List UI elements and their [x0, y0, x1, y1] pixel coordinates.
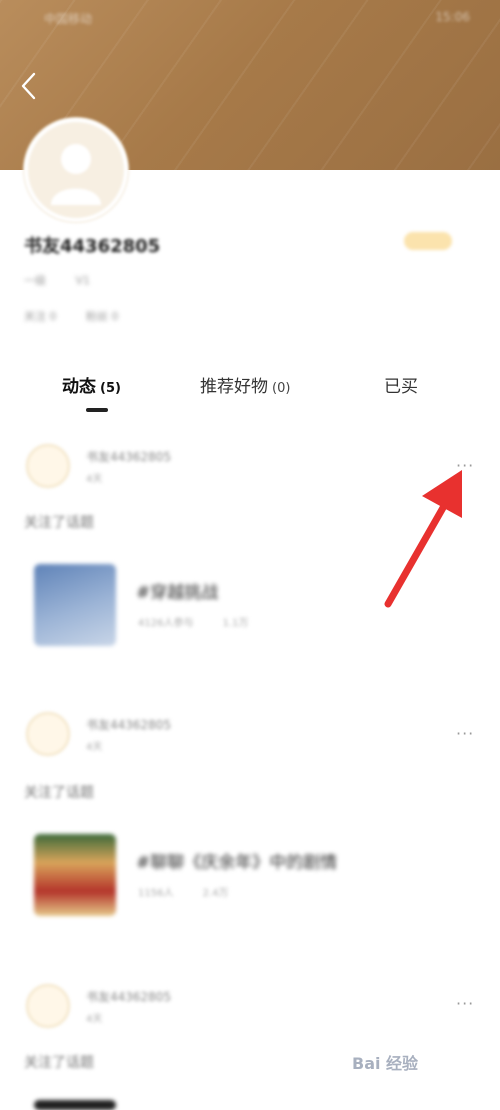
- status-bar: 中国移动 15:06: [0, 0, 500, 36]
- back-button[interactable]: [14, 68, 44, 104]
- topic-title[interactable]: #聊聊《庆余年》中的剧情: [136, 848, 337, 873]
- level-text: 一级: [24, 274, 46, 287]
- tab-dynamics[interactable]: 动态 (5): [62, 372, 121, 397]
- profile-avatar[interactable]: [24, 118, 128, 222]
- profile-meta-row-2: 关注 0 粉丝 0: [24, 308, 145, 324]
- topic-stats: 1156人 2.4万: [138, 884, 255, 899]
- user-silhouette-icon: [51, 144, 101, 205]
- active-tab-indicator: [86, 408, 108, 412]
- topic-participants: 4126人参与: [138, 618, 194, 629]
- topic-views: 2.4万: [202, 888, 229, 899]
- tab-purchased-label: 已买: [384, 377, 418, 397]
- profile-username: 书友44362805: [24, 236, 161, 257]
- clock-text: 15:06: [435, 10, 470, 24]
- tab-dynamics-label: 动态: [62, 377, 96, 397]
- baidu-watermark: Bai 经验: [352, 1054, 419, 1073]
- following-count[interactable]: 关注 0: [24, 310, 57, 323]
- tab-recommended[interactable]: 推荐好物 (0): [200, 372, 290, 397]
- post-action-text: 关注了话题: [24, 1055, 94, 1071]
- followers-count[interactable]: 粉丝 0: [86, 310, 119, 323]
- more-dots-icon[interactable]: ···: [456, 994, 474, 1013]
- tab-recommended-count: (0): [272, 381, 291, 396]
- post-author: 书友44362805: [86, 450, 172, 464]
- topic-views: 1.1万: [222, 618, 249, 629]
- annotation-arrow: [384, 470, 462, 608]
- tab-purchased[interactable]: 已买: [384, 372, 418, 397]
- chevron-left-icon: [21, 72, 36, 100]
- post-time: 4天: [86, 742, 103, 753]
- topic-title[interactable]: #穿越挑战: [136, 578, 218, 603]
- profile-tabs: 动态 (5) 推荐好物 (0) 已买: [0, 372, 500, 412]
- tab-dynamics-count: (5): [100, 381, 121, 396]
- post-author: 书友44362805: [86, 990, 172, 1004]
- post-action-text: 关注了话题: [24, 515, 94, 531]
- post-avatar[interactable]: [26, 712, 70, 756]
- more-dots-icon[interactable]: ···: [456, 724, 474, 743]
- vip-text: V1: [75, 274, 91, 287]
- post-time: 4天: [86, 1014, 103, 1025]
- topic-participants: 1156人: [138, 888, 174, 899]
- carrier-text: 中国移动: [44, 12, 93, 26]
- topic-thumbnail[interactable]: [34, 564, 116, 646]
- post-avatar[interactable]: [26, 984, 70, 1028]
- topic-thumbnail[interactable]: [34, 1100, 116, 1110]
- post-avatar[interactable]: [26, 444, 70, 488]
- topic-thumbnail[interactable]: [34, 834, 116, 916]
- topic-stats: 4126人参与 1.1万: [138, 614, 275, 629]
- edit-profile-button[interactable]: [404, 232, 452, 250]
- tab-recommended-label: 推荐好物: [200, 377, 268, 397]
- post-time: 4天: [86, 474, 103, 485]
- post-author: 书友44362805: [86, 718, 172, 732]
- profile-meta-row-1: 一级 V1: [24, 272, 116, 288]
- post-action-text: 关注了话题: [24, 785, 94, 801]
